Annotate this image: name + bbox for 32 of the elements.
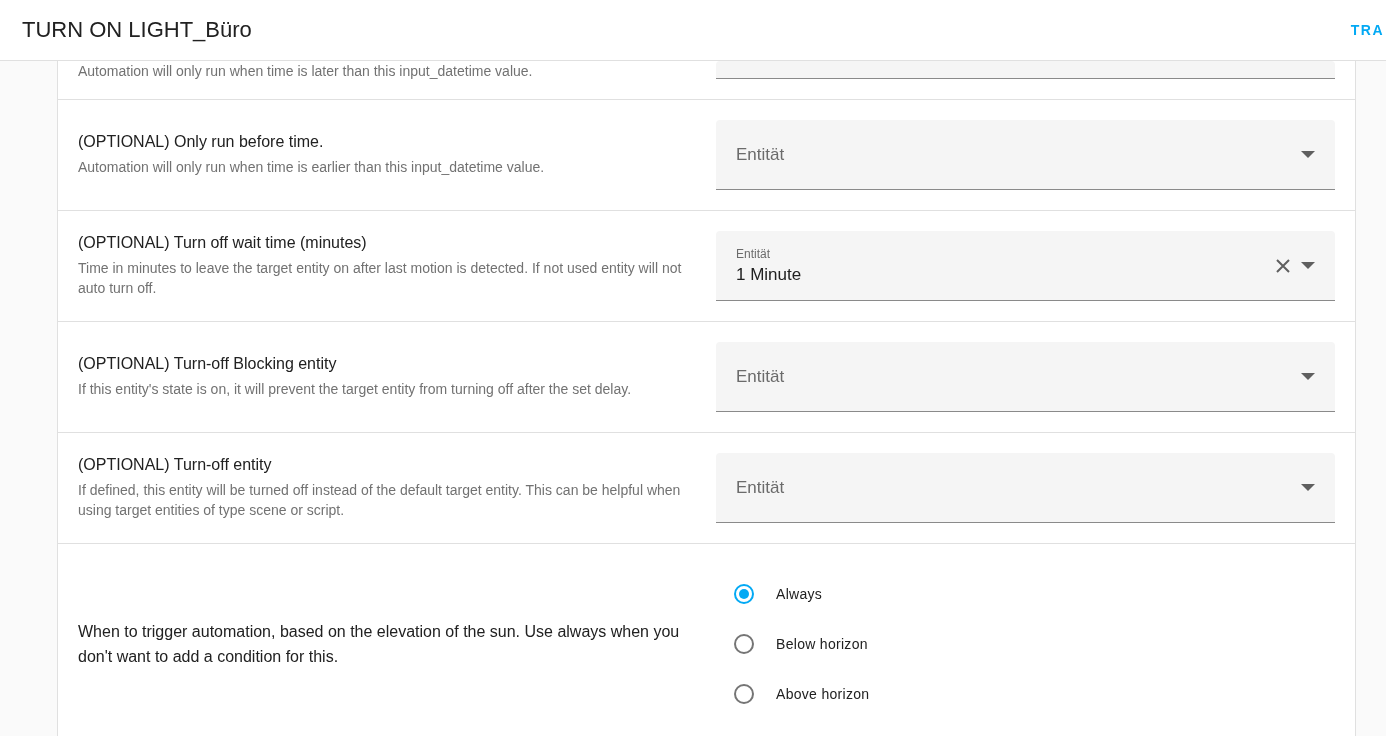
radio-button[interactable] (734, 583, 754, 604)
field-label: Entität (736, 246, 772, 261)
row-title: (OPTIONAL) Turn-off Blocking entity (78, 355, 338, 373)
dropdown-caret-icon[interactable] (1301, 261, 1315, 270)
row-description: If defined, this entity will be turned off instead of the default target entity. This can be helpful when using target entities of type scene or script. (78, 481, 682, 520)
field-placeholder: Entität (736, 477, 786, 498)
entity-field[interactable]: Entität (716, 453, 1335, 523)
radio-label[interactable]: Always (776, 585, 823, 602)
radio-label[interactable]: Below horizon (776, 635, 868, 652)
page-title: TURN ON LIGHT_Büro (22, 17, 252, 43)
row-title: (OPTIONAL) Turn-off entity (78, 456, 273, 474)
sun-condition-description: When to trigger automation, based on the elevation of the sun. Use always when you don't want to add a condition for this. (78, 621, 681, 667)
field-value: 1 Minute (736, 264, 803, 285)
radio-label[interactable]: Above horizon (776, 685, 870, 702)
radio-button[interactable] (734, 633, 754, 654)
dropdown-caret-icon[interactable] (1301, 372, 1315, 381)
field-placeholder: Entität (736, 366, 786, 387)
entity-field[interactable] (716, 61, 1335, 79)
entity-field[interactable]: Entität (716, 120, 1335, 190)
row-description: Time in minutes to leave the target entity on after last motion is detected. If not used entity will not auto turn off. (78, 259, 683, 298)
row-description: If this entity's state is on, it will prevent the target entity from turning off after the set delay. (78, 380, 633, 399)
close-icon[interactable] (1275, 257, 1291, 274)
field-placeholder: Entität (736, 144, 786, 165)
entity-field[interactable]: Entität (716, 342, 1335, 412)
row-title: (OPTIONAL) Only run before time. (78, 133, 325, 151)
dropdown-caret-icon[interactable] (1301, 150, 1315, 159)
row-title: (OPTIONAL) Turn off wait time (minutes) (78, 234, 368, 252)
row-description: Automation will only run when time is earlier than this input_datetime value. (78, 158, 546, 177)
dropdown-caret-icon[interactable] (1301, 483, 1315, 492)
row-description: Automation will only run when time is later than this input_datetime value. (78, 62, 534, 81)
entity-field[interactable]: Entität 1 Minute (716, 231, 1335, 301)
radio-button[interactable] (734, 683, 754, 704)
